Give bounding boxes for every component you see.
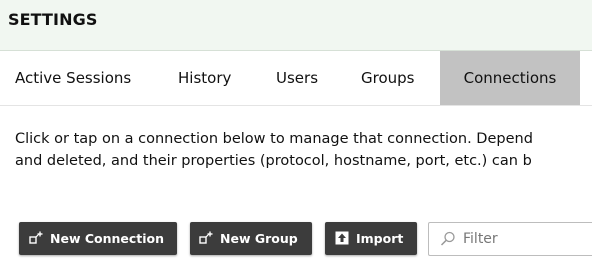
settings-tabs: Active Sessions History Users Groups Con… [0, 51, 592, 106]
new-group-button[interactable]: New Group [190, 222, 312, 255]
description-line-1: Click or tap on a connection below to ma… [15, 131, 533, 147]
description-line-2: and deleted, and their properties (proto… [15, 153, 532, 169]
filter-box[interactable] [428, 222, 592, 256]
upload-icon [335, 231, 349, 245]
search-icon [440, 231, 455, 246]
connections-description: Click or tap on a connection below to ma… [15, 128, 592, 172]
add-group-icon [199, 231, 213, 244]
tab-groups[interactable]: Groups [361, 51, 414, 105]
import-button[interactable]: Import [325, 222, 417, 255]
new-group-label: New Group [220, 231, 298, 246]
settings-header: SETTINGS [0, 0, 592, 51]
tab-users[interactable]: Users [276, 51, 318, 105]
tab-connections[interactable]: Connections [440, 51, 580, 105]
import-label: Import [356, 231, 404, 246]
tab-history[interactable]: History [178, 51, 231, 105]
new-connection-button[interactable]: New Connection [19, 222, 177, 255]
page-title: SETTINGS [8, 10, 98, 29]
add-connection-icon [29, 231, 43, 244]
new-connection-label: New Connection [50, 231, 165, 246]
tab-active-sessions[interactable]: Active Sessions [15, 51, 131, 105]
filter-input[interactable] [463, 223, 592, 255]
